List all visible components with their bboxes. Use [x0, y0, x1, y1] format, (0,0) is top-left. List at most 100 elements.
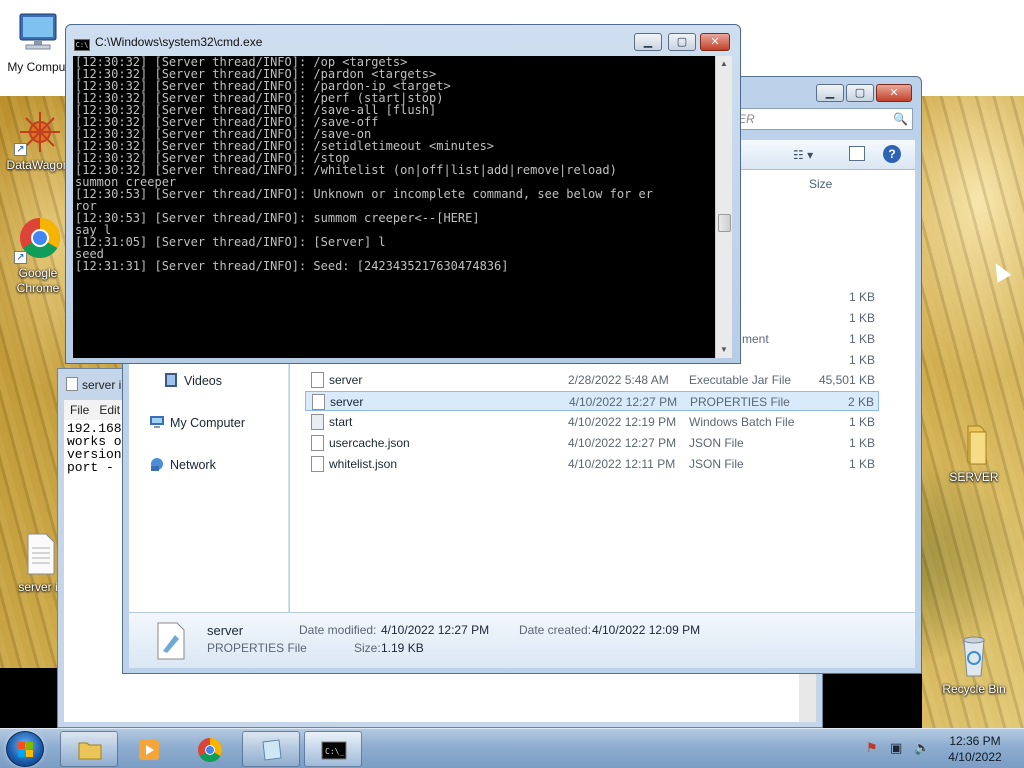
taskbar-button-media-player[interactable]: [120, 731, 178, 767]
details-created-label: Date created:: [519, 623, 592, 637]
file-size: 1 KB: [848, 415, 875, 429]
network-icon[interactable]: ▣: [890, 740, 902, 756]
desktop-icon-server-folder[interactable]: SERVER: [936, 420, 1012, 485]
nav-item-videos[interactable]: Videos: [163, 372, 222, 388]
cmd-window[interactable]: C:\ C:\Windows\system32\cmd.exe ▁ ▢ ✕ [12…: [65, 24, 741, 364]
partial-row-size: 1 KB: [848, 311, 875, 325]
file-size: 2 KB: [847, 395, 874, 409]
volume-icon[interactable]: 🔈: [914, 740, 930, 756]
maximize-button[interactable]: ▢: [846, 84, 874, 102]
desktop-dark-area-left: [0, 668, 60, 728]
computer-icon: [14, 10, 62, 58]
preview-pane-icon[interactable]: [849, 146, 865, 161]
details-pane: server PROPERTIES File Date modified: 4/…: [129, 612, 915, 668]
details-size-value: 1.19 KB: [381, 641, 424, 655]
details-modified-label: Date modified:: [299, 623, 377, 637]
file-name: server: [330, 395, 364, 409]
file-date: 4/10/2022 12:27 PM: [569, 395, 678, 409]
console-line: [12:31:05] [Server thread/INFO]: [Server…: [75, 235, 386, 249]
search-icon[interactable]: 🔍: [893, 112, 908, 126]
computer-icon: [149, 414, 165, 430]
console-output[interactable]: [12:30:32] [Server thread/INFO]: /op <ta…: [73, 56, 715, 358]
taskbar-button-cmd[interactable]: C:\_: [304, 731, 362, 767]
media-player-icon: [137, 737, 163, 763]
datawagon-icon: ↗: [14, 108, 62, 156]
help-icon[interactable]: ?: [883, 145, 901, 163]
properties-file-icon: [155, 621, 187, 661]
file-name: start: [329, 415, 353, 429]
file-type: JSON File: [689, 436, 744, 450]
nav-label: My Computer: [170, 416, 246, 430]
recycle-bin-icon: [950, 632, 998, 680]
cmd-title-buttons: ▁ ▢ ✕: [634, 33, 734, 53]
console-line: [12:30:53] [Server thread/INFO]: summom …: [75, 211, 480, 225]
close-button[interactable]: ✕: [700, 33, 730, 51]
minimize-button[interactable]: ▁: [816, 84, 844, 102]
folder-icon: [950, 420, 998, 468]
menu-edit[interactable]: Edit: [93, 400, 124, 417]
windows-logo-icon: [18, 742, 34, 758]
taskbar-button-explorer[interactable]: [60, 731, 118, 767]
jar-file-icon: [311, 372, 324, 388]
clock-date: 4/10/2022: [948, 750, 1002, 764]
file-size: 1 KB: [848, 436, 875, 450]
scroll-up-arrow-icon[interactable]: ▲: [716, 56, 732, 72]
chrome-icon: ↗: [14, 216, 62, 264]
partial-row-type: ment: [742, 332, 769, 346]
shortcut-arrow-icon: ↗: [14, 251, 27, 264]
clock[interactable]: 12:36 PM 4/10/2022: [940, 733, 1010, 765]
file-row-selected[interactable]: server 4/10/2022 12:27 PM PROPERTIES Fil…: [305, 391, 879, 411]
start-button[interactable]: [6, 731, 44, 767]
action-center-flag-icon[interactable]: ⚑: [866, 740, 878, 756]
maximize-button[interactable]: ▢: [668, 33, 696, 51]
file-size: 1 KB: [848, 457, 875, 471]
network-icon: [149, 456, 165, 472]
file-date: 4/10/2022 12:19 PM: [568, 415, 677, 429]
view-options-icon[interactable]: ☷ ▾: [793, 148, 813, 162]
menu-file[interactable]: File: [64, 400, 93, 417]
notepad-icon: [259, 737, 285, 763]
nav-label: Videos: [184, 374, 222, 388]
desktop-icon-recycle-bin[interactable]: Recycle Bin: [936, 632, 1012, 697]
details-file-type: PROPERTIES File: [207, 641, 307, 655]
desktop-dark-area-right: [822, 668, 922, 728]
file-date: 2/28/2022 5:48 AM: [568, 373, 669, 387]
svg-text:C:\_: C:\_: [325, 747, 344, 756]
file-name: usercache.json: [329, 436, 410, 450]
batch-file-icon: [311, 414, 324, 430]
file-row[interactable]: server 2/28/2022 5:48 AM Executable Jar …: [305, 370, 879, 390]
notepad-icon: [66, 377, 78, 391]
desktop-icon-label: SERVER: [949, 470, 999, 484]
cmd-scrollbar[interactable]: ▲ ▼: [715, 56, 732, 358]
cmd-title-text: C:\Windows\system32\cmd.exe: [95, 35, 263, 49]
column-header-size[interactable]: Size: [809, 177, 832, 191]
properties-file-icon: [312, 394, 325, 410]
taskbar-button-notepad[interactable]: [242, 731, 300, 767]
partial-row-size: 1 KB: [848, 332, 875, 346]
file-date: 4/10/2022 12:11 PM: [568, 457, 676, 471]
folder-icon: [77, 737, 103, 763]
clock-time: 12:36 PM: [949, 734, 1001, 748]
taskbar-button-chrome[interactable]: [180, 731, 238, 767]
cmd-icon: C:\_: [321, 737, 347, 763]
videos-icon: [163, 372, 179, 388]
file-row[interactable]: usercache.json 4/10/2022 12:27 PM JSON F…: [305, 433, 879, 453]
file-row[interactable]: whitelist.json 4/10/2022 12:11 PM JSON F…: [305, 454, 879, 474]
cmd-title: C:\ C:\Windows\system32\cmd.exe: [74, 35, 262, 51]
details-size-label: Size:: [354, 641, 381, 655]
file-type: PROPERTIES File: [690, 395, 790, 409]
details-modified-value: 4/10/2022 12:27 PM: [381, 623, 490, 637]
scrollbar-thumb[interactable]: [718, 214, 731, 232]
console-line: [12:31:31] [Server thread/INFO]: Seed: […: [75, 259, 509, 273]
nav-item-my-computer[interactable]: My Computer: [149, 414, 245, 430]
scroll-down-arrow-icon[interactable]: ▼: [716, 342, 732, 358]
close-button[interactable]: ✕: [876, 84, 912, 102]
search-input[interactable]: ER 🔍: [731, 108, 913, 130]
system-tray: ⚑ ▣ 🔈: [862, 729, 942, 768]
file-row[interactable]: start 4/10/2022 12:19 PM Windows Batch F…: [305, 412, 879, 432]
minimize-button[interactable]: ▁: [634, 33, 662, 51]
console-line: [12:30:53] [Server thread/INFO]: Unknown…: [75, 187, 653, 201]
nav-item-network[interactable]: Network: [149, 456, 216, 472]
partial-row-size: 1 KB: [848, 353, 875, 367]
partial-row-size: 1 KB: [848, 290, 875, 304]
